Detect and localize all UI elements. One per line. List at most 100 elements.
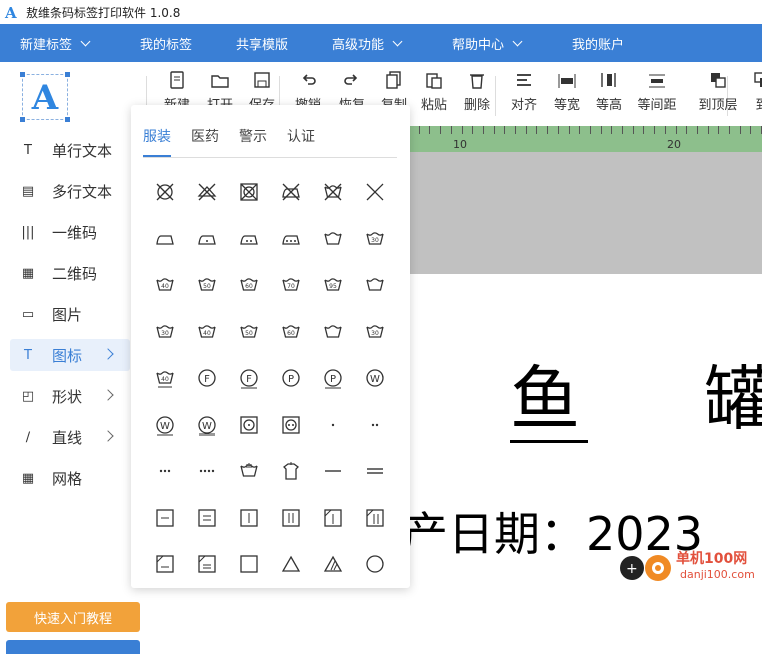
- hang-dry-icon[interactable]: [271, 451, 311, 491]
- sidebar-item-0[interactable]: T 单行文本: [10, 134, 130, 166]
- shade-flat-dry-icon[interactable]: [187, 544, 227, 584]
- dry-flat-icon[interactable]: [229, 498, 269, 538]
- sidebar-item-2[interactable]: ||| 一维码: [10, 216, 130, 248]
- menu-item-0[interactable]: 新建标签: [20, 34, 91, 53]
- sidebar-item-label: 一维码: [52, 223, 98, 242]
- wet-clean-very-gentle-icon[interactable]: W: [187, 405, 227, 445]
- wash-60-icon[interactable]: 60: [229, 265, 269, 305]
- wash-30-gentle-icon[interactable]: 30: [145, 312, 185, 352]
- wash-50-icon[interactable]: 50: [187, 265, 227, 305]
- icon-tab-0[interactable]: 服装: [143, 127, 171, 157]
- sidebar-item-1[interactable]: ▤ 多行文本: [10, 175, 130, 207]
- dry-clean-f-icon[interactable]: F: [187, 358, 227, 398]
- icon-tab-2[interactable]: 警示: [239, 127, 267, 155]
- menu-item-5[interactable]: 我的账户: [572, 34, 624, 53]
- icon-tab-3[interactable]: 认证: [287, 127, 315, 155]
- equal-height-button[interactable]: 等高: [589, 70, 629, 113]
- tumble-dry-normal-icon[interactable]: [271, 405, 311, 445]
- ruler-tick: [579, 126, 581, 134]
- sidebar-item-5[interactable]: T 图标: [10, 339, 130, 371]
- wash-60-gentle-icon[interactable]: 60: [271, 312, 311, 352]
- menu-item-4[interactable]: 帮助中心: [452, 34, 523, 53]
- image-icon: ▭: [21, 306, 35, 322]
- sidebar-item-7[interactable]: ∕ 直线: [10, 421, 130, 453]
- non-chlorine-bleach-icon[interactable]: [313, 544, 353, 584]
- no-tumble-dry-icon[interactable]: [145, 172, 185, 212]
- wash-40-gentle-icon[interactable]: 40: [187, 312, 227, 352]
- quick-start-tutorial-button[interactable]: 快速入门教程: [6, 602, 140, 632]
- ruler-tick: [525, 126, 527, 134]
- dry-clean-p-gentle-icon[interactable]: P: [313, 358, 353, 398]
- wash-40-icon[interactable]: 40: [145, 265, 185, 305]
- bleach-triangle-icon[interactable]: [271, 544, 311, 584]
- tumble-dry-low-icon[interactable]: [229, 405, 269, 445]
- three-dot-icon[interactable]: [145, 451, 185, 491]
- iron-low-icon[interactable]: [145, 219, 185, 259]
- menu-item-3[interactable]: 高级功能: [332, 34, 403, 53]
- wash-70-icon[interactable]: 70: [271, 265, 311, 305]
- no-iron-icon[interactable]: [187, 172, 227, 212]
- bring-to-front-button[interactable]: 到顶层: [698, 70, 738, 113]
- logo-selection-box[interactable]: A: [20, 72, 70, 122]
- two-dot-icon[interactable]: [355, 405, 395, 445]
- hand-wash-icon[interactable]: [229, 451, 269, 491]
- shade-dry-icon[interactable]: [313, 498, 353, 538]
- wash-95-icon[interactable]: 95: [313, 265, 353, 305]
- wash-30-double-icon[interactable]: 30: [355, 312, 395, 352]
- line-dry-icon[interactable]: [145, 498, 185, 538]
- wash-tub-icon[interactable]: [313, 219, 353, 259]
- gentle-wash-icon[interactable]: [355, 265, 395, 305]
- dry-clean-f-gentle-icon[interactable]: F: [229, 358, 269, 398]
- drip-dry-icon[interactable]: [187, 498, 227, 538]
- iron-high-icon[interactable]: [229, 219, 269, 259]
- delete-button[interactable]: 删除: [457, 70, 497, 113]
- shade-drip-dry-icon[interactable]: [145, 544, 185, 584]
- wash-40-double-icon[interactable]: 40: [145, 358, 185, 398]
- iron-medium-icon[interactable]: [187, 219, 227, 259]
- wash-30-icon[interactable]: 30: [355, 219, 395, 259]
- wet-clean-gentle-icon[interactable]: W: [145, 405, 185, 445]
- sidebar-secondary-button[interactable]: [6, 640, 140, 654]
- dry-circle-icon[interactable]: [355, 544, 395, 584]
- dry-clean-p-icon[interactable]: P: [271, 358, 311, 398]
- svg-text:40: 40: [161, 283, 169, 290]
- double-dash-icon[interactable]: [355, 451, 395, 491]
- no-dry-clean-icon[interactable]: [229, 172, 269, 212]
- sidebar-item-3[interactable]: ▦ 二维码: [10, 257, 130, 289]
- do-not-iron-icon[interactable]: [271, 172, 311, 212]
- label-text-char[interactable]: 鱼: [510, 364, 580, 434]
- equal-width-button[interactable]: 等宽: [547, 70, 587, 113]
- sidebar-item-6[interactable]: ◰ 形状: [10, 380, 130, 412]
- text-underline: [510, 440, 588, 443]
- multiline-text-icon: ▤: [21, 183, 35, 199]
- sidebar-item-4[interactable]: ▭ 图片: [10, 298, 130, 330]
- iron-very-high-icon[interactable]: [271, 219, 311, 259]
- wash-50-gentle-icon[interactable]: 50: [229, 312, 269, 352]
- no-wash-icon[interactable]: [313, 172, 353, 212]
- align-button[interactable]: 对齐: [504, 70, 544, 113]
- ruler-tick: [739, 126, 741, 134]
- label-text-char[interactable]: 罐: [704, 364, 762, 434]
- ruler-tick: [504, 126, 506, 134]
- ruler-tick: [429, 126, 431, 134]
- menu-item-2[interactable]: 共享模版: [236, 34, 288, 53]
- svg-text:A: A: [4, 4, 17, 20]
- paste-button[interactable]: 粘贴: [414, 70, 454, 113]
- wash-tub-gentle-icon[interactable]: [313, 312, 353, 352]
- one-dot-icon[interactable]: [313, 405, 353, 445]
- ruler-tick: [750, 126, 752, 134]
- double-dry-flat-icon[interactable]: [271, 498, 311, 538]
- wet-clean-icon[interactable]: W: [355, 358, 395, 398]
- tumble-dry-square-icon[interactable]: [229, 544, 269, 584]
- equal-spacing-button[interactable]: 等间距: [637, 70, 677, 113]
- flat-dash-icon[interactable]: [313, 451, 353, 491]
- four-dot-icon[interactable]: [187, 451, 227, 491]
- icon-tab-1[interactable]: 医药: [191, 127, 219, 155]
- sidebar-item-8[interactable]: ▦ 网格: [10, 462, 130, 494]
- menu-item-1[interactable]: 我的标签: [140, 34, 192, 53]
- no-bleach-icon[interactable]: [355, 172, 395, 212]
- chevron-down-icon: [392, 36, 403, 46]
- send-to-back-button[interactable]: 到: [742, 70, 762, 113]
- grid-icon: ▦: [21, 470, 35, 486]
- shade-line-dry-icon[interactable]: [355, 498, 395, 538]
